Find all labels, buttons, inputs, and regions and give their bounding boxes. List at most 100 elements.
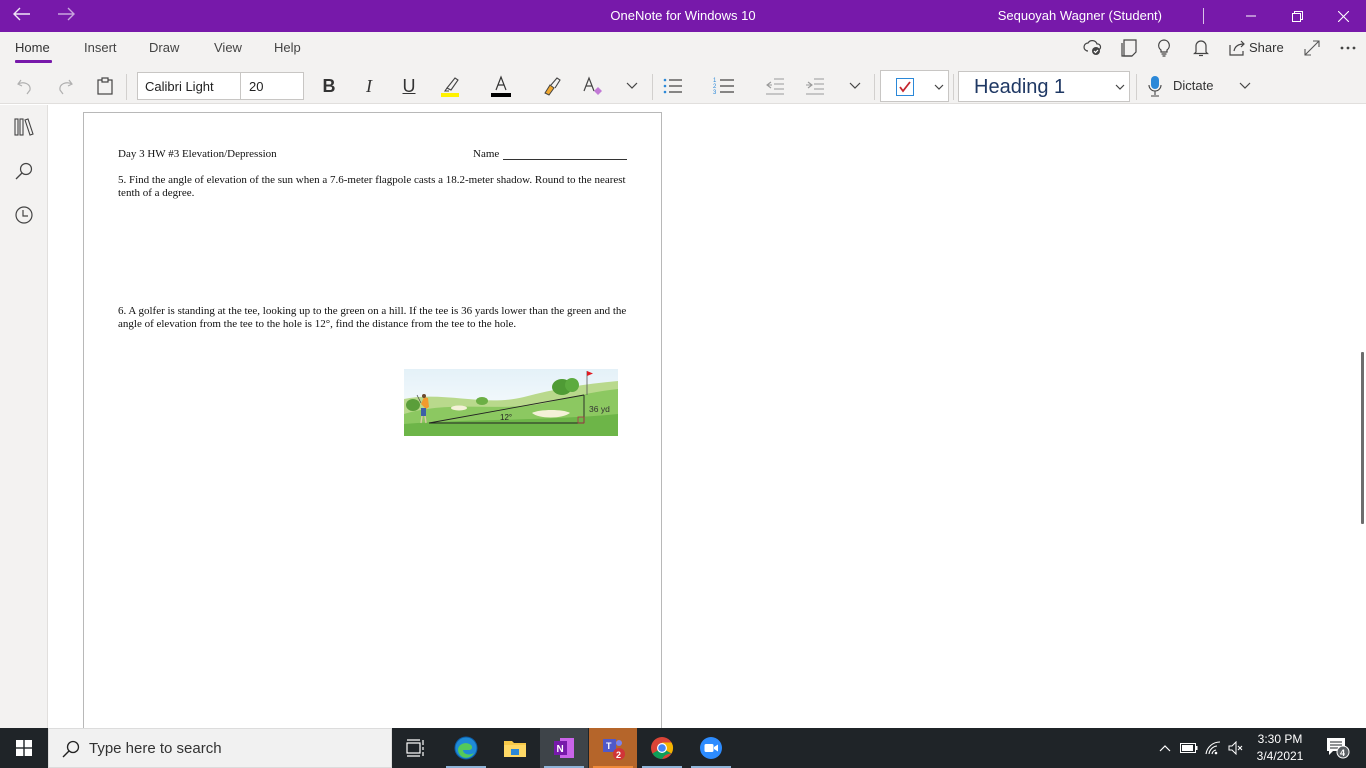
font-name-input[interactable]: Calibri Light	[137, 72, 241, 100]
battery-button[interactable]	[1178, 728, 1200, 768]
taskbar-search-box[interactable]: Type here to search	[48, 728, 392, 768]
chevron-down-icon	[849, 82, 861, 89]
title-bar: OneNote for Windows 10 Sequoyah Wagner (…	[0, 0, 1366, 32]
chevron-down-icon	[934, 84, 944, 90]
more-button[interactable]	[1336, 36, 1360, 60]
decrease-indent-icon	[766, 78, 784, 95]
note-canvas[interactable]: Day 3 HW #3 Elevation/Depression Name 5.…	[49, 105, 1366, 732]
chevron-up-icon	[1159, 745, 1171, 752]
share-button[interactable]: Share	[1249, 40, 1284, 55]
numbering-button[interactable]: 123	[710, 72, 738, 100]
search-button[interactable]	[12, 159, 36, 183]
minimize-button[interactable]	[1228, 0, 1274, 32]
undo-button[interactable]	[11, 72, 39, 100]
dictate-options-button[interactable]	[1231, 72, 1259, 100]
recent-icon	[15, 206, 33, 224]
format-painter-button[interactable]	[538, 72, 566, 100]
dictate-icon-button[interactable]	[1141, 72, 1169, 100]
paste-button[interactable]	[91, 72, 119, 100]
taskbar-app-chrome[interactable]	[638, 728, 686, 768]
styles-dropdown[interactable]: Heading 1	[958, 71, 1130, 102]
taskbar-app-teams[interactable]: T2	[589, 728, 637, 768]
edge-icon	[454, 736, 478, 760]
task-view-icon	[406, 739, 424, 757]
tab-help[interactable]: Help	[274, 40, 301, 55]
close-button[interactable]	[1320, 0, 1366, 32]
svg-text:T: T	[606, 741, 612, 751]
numbered-list-icon: 123	[713, 78, 734, 96]
bullets-button[interactable]	[659, 72, 687, 100]
show-hidden-icons-button[interactable]	[1154, 728, 1176, 768]
italic-button[interactable]: I	[355, 72, 383, 100]
tab-insert[interactable]: Insert	[84, 40, 117, 55]
sand-bunker-left	[451, 405, 467, 411]
redo-button[interactable]	[51, 72, 79, 100]
bell-icon	[1193, 40, 1209, 57]
taskbar-app-file-explorer[interactable]	[491, 728, 539, 768]
home-toolbar: Calibri Light 20 B I U 123 Heading 1 Dic…	[0, 68, 1366, 104]
tree-left	[406, 399, 420, 411]
question-6: 6. A golfer is standing at the tee, look…	[118, 305, 627, 330]
vertical-scrollbar[interactable]	[1361, 352, 1364, 524]
title-separator	[1203, 8, 1204, 24]
onenote-icon: N	[554, 738, 574, 758]
action-center-button[interactable]: 4	[1320, 728, 1356, 768]
windows-taskbar: Type here to search N T2 3:30 PM 3/4/202…	[0, 728, 1366, 768]
question-5: 5. Find the angle of elevation of the su…	[118, 174, 626, 199]
start-button[interactable]	[0, 728, 48, 768]
more-paragraph-button[interactable]	[841, 72, 869, 100]
notebooks-button[interactable]	[12, 115, 36, 139]
system-clock[interactable]: 3:30 PM 3/4/2021	[1252, 731, 1308, 765]
separator	[652, 74, 653, 100]
clock-time: 3:30 PM	[1257, 732, 1303, 746]
ideas-button[interactable]	[1152, 36, 1176, 60]
notebooks-icon	[14, 118, 34, 136]
volume-muted-icon	[1228, 741, 1243, 755]
fullscreen-button[interactable]	[1300, 36, 1324, 60]
minimize-icon	[1246, 15, 1256, 17]
decrease-indent-button[interactable]	[761, 72, 789, 100]
sticky-notes-button[interactable]	[1117, 36, 1141, 60]
angle-label: 12°	[500, 413, 512, 422]
taskbar-app-zoom[interactable]	[687, 728, 735, 768]
recent-notes-button[interactable]	[12, 203, 36, 227]
tab-draw[interactable]: Draw	[149, 40, 179, 55]
underline-button[interactable]: U	[395, 72, 423, 100]
taskbar-app-edge[interactable]	[442, 728, 490, 768]
tab-view[interactable]: View	[214, 40, 242, 55]
clear-formatting-button[interactable]	[578, 72, 606, 100]
close-icon	[1337, 10, 1349, 22]
sync-status-button[interactable]	[1081, 36, 1105, 60]
more-text-formatting-button[interactable]	[618, 72, 646, 100]
font-size-input[interactable]: 20	[240, 72, 304, 100]
search-icon	[15, 162, 33, 180]
separator	[953, 74, 954, 100]
tag-dropdown[interactable]	[880, 70, 949, 102]
task-view-button[interactable]	[392, 728, 440, 768]
navigation-rail	[0, 105, 48, 728]
dictate-button[interactable]: Dictate	[1173, 78, 1213, 93]
increase-indent-icon	[806, 78, 824, 95]
teams-icon: T2	[603, 739, 625, 760]
ribbon: Home Insert Draw View Help Share Calibri…	[0, 32, 1366, 104]
search-icon	[62, 740, 80, 758]
increase-indent-button[interactable]	[801, 72, 829, 100]
volume-button[interactable]	[1225, 728, 1247, 768]
notifications-button[interactable]	[1189, 36, 1213, 60]
tab-home[interactable]: Home	[15, 40, 50, 55]
font-color-button[interactable]	[487, 72, 515, 100]
sticky-notes-icon	[1121, 39, 1137, 57]
restore-button[interactable]	[1274, 0, 1320, 32]
highlight-button[interactable]	[436, 72, 464, 100]
bold-button[interactable]: B	[315, 72, 343, 100]
user-name[interactable]: Sequoyah Wagner (Student)	[998, 8, 1162, 23]
network-button[interactable]	[1202, 728, 1224, 768]
share-icon-button[interactable]	[1226, 36, 1250, 60]
taskbar-app-onenote[interactable]: N	[540, 728, 588, 768]
expand-icon	[1304, 40, 1320, 56]
wifi-icon	[1205, 741, 1221, 755]
notifications-icon: 4	[1327, 738, 1350, 759]
windows-logo-icon	[16, 740, 32, 756]
format-painter-icon	[544, 77, 561, 96]
separator	[1136, 74, 1137, 100]
